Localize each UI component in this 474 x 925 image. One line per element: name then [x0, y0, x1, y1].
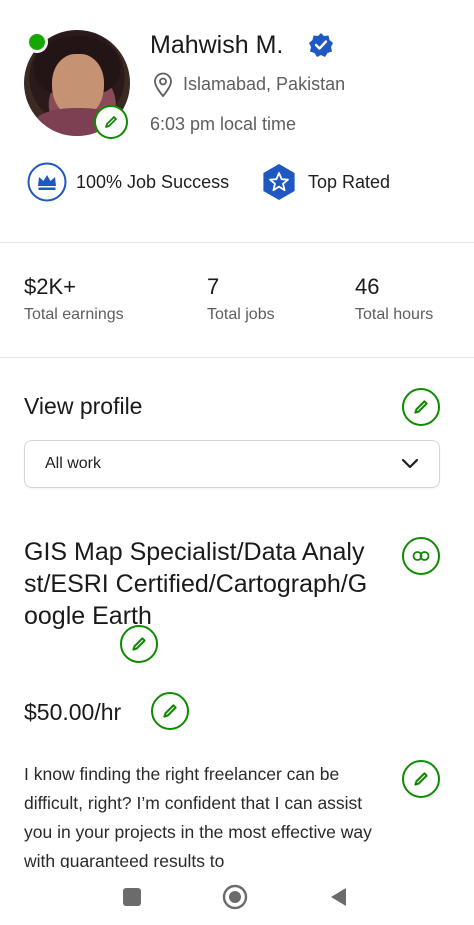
star-badge-icon — [263, 164, 295, 200]
online-status-dot — [26, 31, 48, 53]
edit-rate-button[interactable] — [151, 692, 189, 730]
pencil-icon — [105, 116, 117, 128]
hourly-rate: $50.00/hr — [24, 699, 122, 725]
location-pin-icon — [154, 72, 172, 98]
work-filter-select[interactable]: All work — [24, 440, 440, 488]
stat-earnings-value: $2K+ — [24, 274, 76, 299]
top-rated-text: Top Rated — [308, 172, 391, 192]
home-icon[interactable] — [222, 884, 248, 910]
recent-apps-icon[interactable] — [123, 888, 141, 906]
verified-check-icon — [309, 33, 333, 57]
edit-photo-button[interactable] — [94, 105, 128, 139]
stat-hours-label: Total hours — [355, 306, 434, 323]
crown-icon — [27, 162, 67, 202]
edit-profile-button[interactable] — [402, 388, 440, 426]
job-success-text: 100% Job Success — [76, 172, 230, 192]
pencil-icon — [132, 637, 146, 651]
pencil-icon — [414, 772, 428, 786]
pencil-icon — [414, 400, 428, 414]
view-profile-title: View profile — [24, 393, 143, 419]
profile-name: Mahwish M. — [150, 31, 284, 59]
job-title: GIS Map Specialist/Data Analyst/ESRI Cer… — [24, 538, 368, 630]
link-icon — [412, 551, 430, 561]
stat-jobs-value: 7 — [207, 274, 220, 299]
edit-title-button[interactable] — [120, 625, 158, 663]
back-icon[interactable] — [328, 886, 348, 908]
pencil-icon — [163, 704, 177, 718]
divider — [0, 357, 474, 358]
copy-link-button[interactable] — [402, 537, 440, 575]
edit-overview-button[interactable] — [402, 760, 440, 798]
work-filter-value: All work — [45, 455, 102, 472]
stat-jobs-label: Total jobs — [207, 306, 275, 323]
local-time-text: 6:03 pm local time — [150, 114, 297, 134]
chevron-down-icon — [401, 458, 419, 469]
location-text: Islamabad, Pakistan — [183, 74, 346, 94]
divider — [0, 242, 474, 243]
stat-hours-value: 46 — [355, 274, 380, 299]
stat-earnings-label: Total earnings — [24, 306, 124, 323]
overview-text: I know finding the right freelancer can … — [24, 764, 372, 871]
